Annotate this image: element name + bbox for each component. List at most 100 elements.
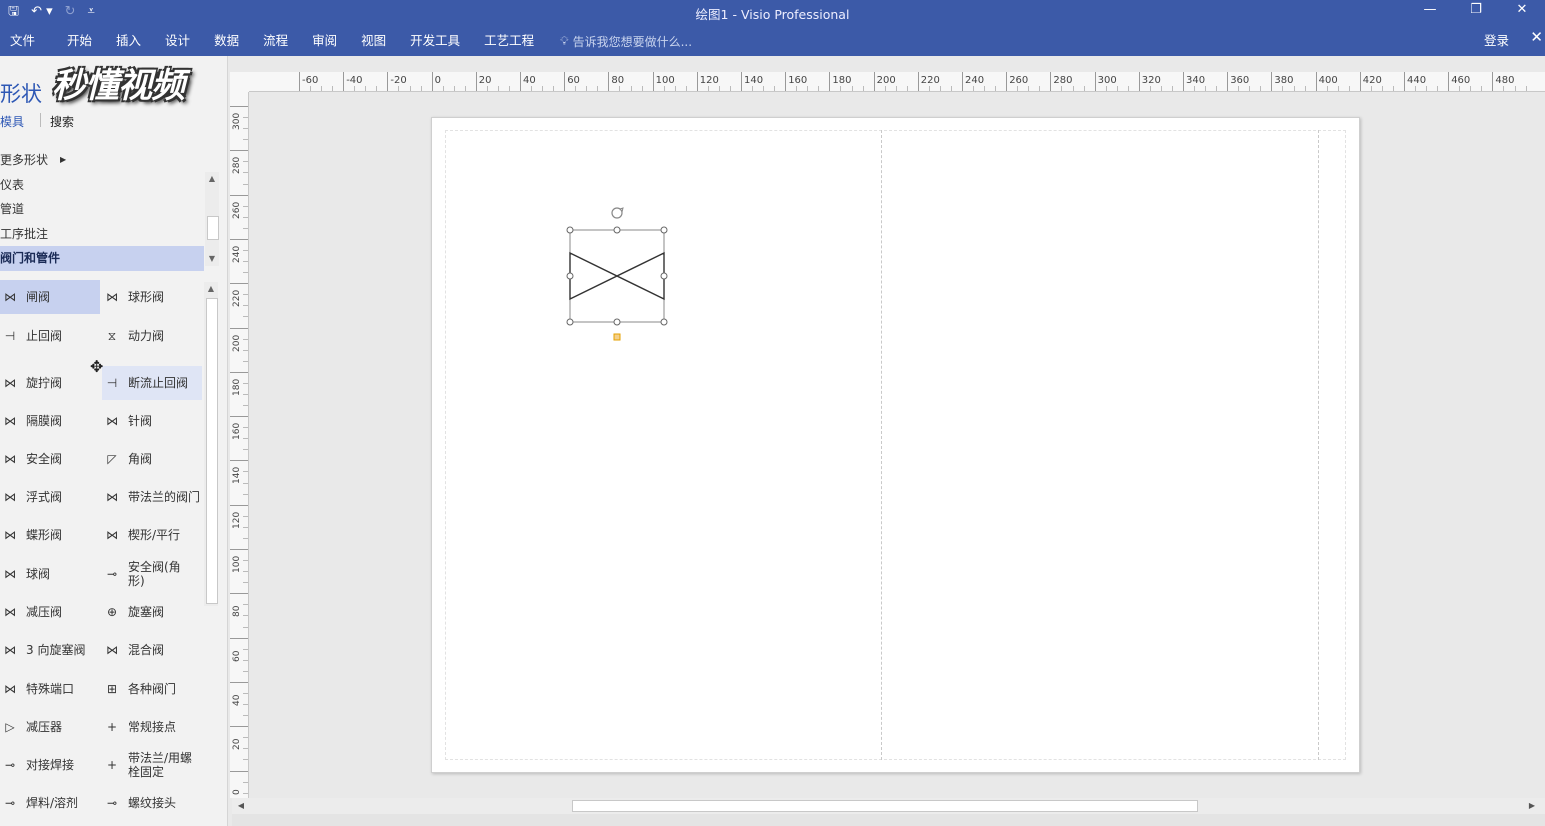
scroll-down-icon[interactable]: ▼ (205, 252, 219, 266)
shape-item[interactable]: ⊣ 断流止回阀 (102, 366, 202, 400)
shape-item[interactable]: ⋈ 减压阀 (0, 595, 100, 629)
tab-insert[interactable]: 插入 (104, 28, 153, 54)
tab-process[interactable]: 流程 (251, 28, 300, 54)
shape-item[interactable]: ⊸ 螺纹接头 (102, 786, 202, 820)
tab-home[interactable]: 开始 (55, 28, 104, 54)
shape-item[interactable]: ⋈ 带法兰的阀门 (102, 480, 202, 514)
shape-item[interactable]: ⋈ 3 向旋塞阀 (0, 633, 100, 667)
shape-item[interactable]: ⋈ 旋拧阀 (0, 366, 100, 400)
ruler-tick (475, 72, 477, 91)
stencil-process-annotations[interactable]: 工序批注 (0, 222, 204, 247)
tab-review[interactable]: 审阅 (300, 28, 349, 54)
scroll-up-icon[interactable]: ▲ (204, 282, 218, 296)
watermark-logo: 秒懂视频 (52, 66, 185, 106)
selected-gate-valve-shape[interactable] (562, 203, 672, 343)
restore-icon[interactable]: ❐ (1453, 0, 1499, 26)
ruler-tick (520, 72, 521, 91)
stencil-list-scrollbar[interactable]: ▲ ▼ (205, 172, 219, 266)
shape-item[interactable]: ⋈ 混合阀 (102, 633, 202, 667)
ruler-label: 200 (232, 334, 242, 352)
shape-item[interactable]: ⋈ 蝶形阀 (0, 518, 100, 552)
ruler-label: 460 (1451, 75, 1471, 86)
ruler-label: -40 (346, 75, 363, 86)
shape-item[interactable]: ⊸ 焊料/溶剂 (0, 786, 100, 820)
ruler-label: 60 (232, 650, 242, 662)
stencil-pipelines[interactable]: 管道 (0, 197, 204, 222)
rotation-handle-icon[interactable] (611, 207, 624, 219)
special-port-icon: ⋈ (4, 682, 16, 696)
shape-item[interactable]: ⊣ 止回阀 (0, 319, 100, 353)
shape-item[interactable]: ⊞ 各种阀门 (102, 672, 202, 706)
close-document-icon[interactable]: ✕ (1530, 28, 1543, 46)
shape-item[interactable]: ⊸ 对接焊接 (0, 748, 100, 782)
shape-item[interactable]: ⋈ 球形阀 (102, 280, 202, 314)
tell-me-box[interactable]: 💡︎ 告诉我您想要做什么... (560, 33, 692, 50)
shape-item[interactable]: ◸ 角阀 (102, 442, 202, 476)
tab-developer[interactable]: 开发工具 (398, 28, 472, 54)
shapes-panel: 形状 秒懂视频 模具 搜索 更多形状 ▶ 仪表 管道 工序批注 阀门和管件 ▲ … (0, 56, 228, 826)
ruler-tick (1006, 72, 1008, 91)
shape-item[interactable]: ⋈ 特殊端口 (0, 672, 100, 706)
minimize-icon[interactable]: — (1407, 0, 1453, 26)
scroll-thumb[interactable] (207, 216, 219, 240)
login-link[interactable]: 登录 (1484, 30, 1509, 49)
shape-item[interactable]: ⋈ 针阀 (102, 404, 202, 438)
shape-item[interactable]: ⋈ 楔形/平行 (102, 518, 202, 552)
ruler-label: 0 (434, 75, 441, 86)
shape-item[interactable]: ⧖ 动力阀 (102, 319, 202, 353)
scroll-thumb[interactable] (206, 298, 218, 604)
more-shapes[interactable]: 更多形状 ▶ (0, 148, 204, 173)
butterfly-valve-icon: ⋈ (4, 528, 16, 542)
ruler-label: 220 (920, 75, 940, 86)
ruler-tick (1448, 72, 1450, 91)
shape-label: 旋拧阀 (26, 376, 63, 390)
scroll-thumb[interactable] (572, 800, 1198, 812)
ruler-tick (873, 72, 875, 91)
subtab-divider (40, 113, 41, 127)
tab-design[interactable]: 设计 (153, 28, 202, 54)
vertical-ruler: 300 280 260 240 220 200 180 160 140 120 100 80 60 40 2… (230, 92, 249, 798)
shape-label: 断流止回阀 (128, 376, 189, 390)
needle-valve-icon: ⋈ (106, 414, 118, 428)
shape-item[interactable]: ⋈ 安全阀 (0, 442, 100, 476)
reducer-icon: ▷ (5, 720, 15, 734)
scroll-up-icon[interactable]: ▲ (205, 172, 219, 186)
shape-item[interactable]: ▷ 减压器 (0, 710, 100, 744)
ruler-tick (343, 72, 345, 91)
scroll-right-icon[interactable]: ▶ (1525, 798, 1539, 814)
tab-view[interactable]: 视图 (349, 28, 398, 54)
horizontal-ruler: -60 -40 -20 0 20 40 60 80 100 120 140 160 180 200 220 2… (249, 72, 1545, 92)
ruler-tick (917, 72, 919, 91)
ruler-label: 300 (1097, 75, 1117, 86)
page-tabs-bar (232, 814, 1545, 826)
ruler-label: 260 (232, 201, 242, 219)
tab-data[interactable]: 数据 (202, 28, 251, 54)
window-controls: — ❐ ✕ (1407, 0, 1545, 26)
scroll-left-icon[interactable]: ◀ (234, 798, 248, 814)
tab-search[interactable]: 搜索 (50, 113, 74, 130)
plug-valve-icon: ⊕ (106, 605, 118, 619)
shape-item[interactable]: ⋈ 隔膜阀 (0, 404, 100, 438)
ruler-tick (299, 72, 300, 91)
close-icon[interactable]: ✕ (1499, 0, 1545, 26)
drawing-canvas[interactable] (249, 92, 1545, 798)
tab-file[interactable]: 文件 (0, 28, 55, 54)
ruler-label: 440 (1407, 75, 1427, 86)
drawing-page[interactable] (431, 117, 1360, 773)
tab-process-engineering[interactable]: 工艺工程 (472, 28, 546, 54)
shape-item[interactable]: ⊕ 旋塞阀 (102, 595, 202, 629)
shape-item[interactable]: + 带法兰/用螺栓固定 (102, 748, 202, 782)
more-shapes-label: 更多形状 (0, 153, 49, 168)
shape-item[interactable]: ⋈ 球阀 (0, 557, 100, 591)
shape-item[interactable]: ⊸ 安全阀(角形) (102, 557, 202, 591)
shape-item[interactable]: + 常规接点 (102, 710, 202, 744)
stencil-gauges[interactable]: 仪表 (0, 173, 204, 198)
shape-item[interactable]: ⋈ 浮式阀 (0, 480, 100, 514)
canvas-horizontal-scrollbar[interactable]: ◀ ▶ (232, 798, 1545, 814)
tab-stencils[interactable]: 模具 (0, 113, 24, 130)
control-handle[interactable] (613, 333, 621, 341)
shape-label: 减压器 (26, 720, 63, 734)
stencil-valves-fittings[interactable]: 阀门和管件 (0, 246, 204, 271)
shapes-scrollbar[interactable]: ▲ (204, 282, 218, 606)
shape-item[interactable]: ⋈ 闸阀 (0, 280, 100, 314)
